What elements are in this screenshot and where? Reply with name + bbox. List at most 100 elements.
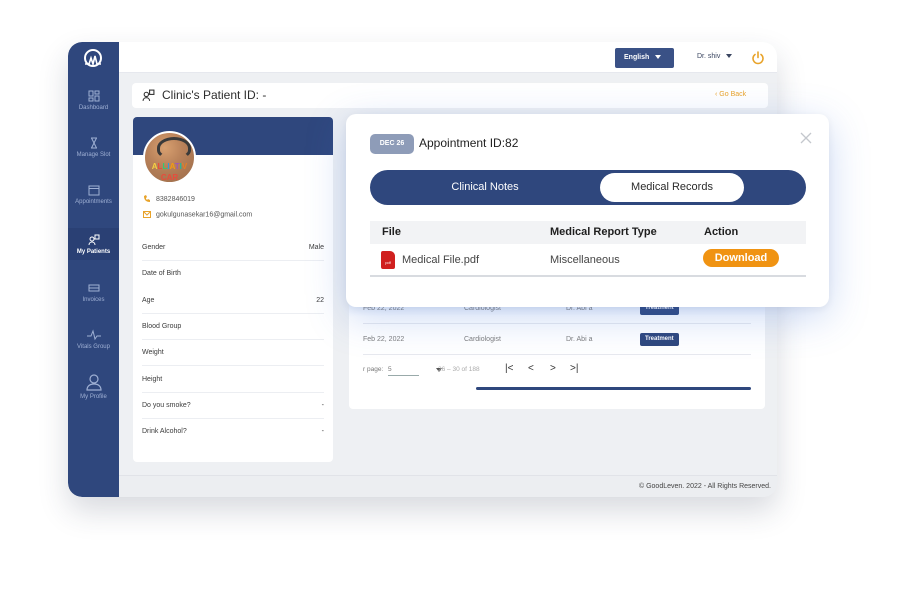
sidebar-item-manage-slot[interactable]: Manage Slot [68,137,119,158]
sidebar-item-appointments[interactable]: Appointments [68,184,119,205]
close-icon[interactable] [800,132,812,144]
avatar-text: ALLIATIV [151,162,188,171]
user-icon [85,374,102,391]
sidebar-item-label: My Profile [80,394,107,400]
sidebar-item-dashboard[interactable]: Dashboard [68,90,119,111]
page-title: Clinic's Patient ID: - [162,88,267,102]
info-label: Drink Alcohol? [142,428,187,436]
pulse-icon [86,329,101,341]
copyright-text: © GoodLeven. 2022 - All Rights Reserved. [638,483,771,490]
info-value: Male [308,244,324,252]
invoice-icon [88,284,99,292]
tab-clinical-notes[interactable]: Clinical Notes [370,173,600,202]
record-date: Feb 22, 2022 [363,336,405,343]
page-range: 26 – 30 of 188 [438,366,480,373]
appointment-modal: DEC 26 Appointment ID:82 Clinical Notes … [346,114,829,307]
tab-medical-records[interactable]: Medical Records [600,173,744,202]
record-specialty: Cardiologist [464,336,501,343]
info-value: - [321,401,324,409]
column-header-action: Action [704,226,739,238]
chevron-down-icon [726,54,733,59]
sidebar-item-vitals-group[interactable]: Vitals Group [68,329,119,350]
mail-icon [143,211,151,218]
info-label: Blood Group [142,323,182,331]
modal-tabs: Clinical Notes Medical Records [370,170,806,205]
per-page-value: 5 [388,366,392,373]
go-back-link[interactable]: ‹ Go Back [715,91,746,98]
user-name: Dr. shiv [697,53,721,60]
scrollbar[interactable] [476,387,751,390]
record-doctor: Dr. Abi a [566,336,593,343]
sidebar-item-label: Dashboard [78,105,109,111]
avatar-text-2: CAR [160,173,179,182]
avatar: ALLIATIV CAR [143,131,196,184]
table-header: File Medical Report Type Action [370,221,806,244]
table-row[interactable]: Feb 22, 2022 Cardiologist Dr. Abi a Trea… [363,324,751,355]
sidebar-item-label: Invoices [82,297,105,303]
modal-title: Appointment ID:82 [419,136,519,150]
sidebar: Dashboard Manage Slot Appointments My Pa… [68,42,119,497]
patients-icon [88,234,99,246]
record-type-badge[interactable]: Treatment [640,333,679,346]
stage: Dashboard Manage Slot Appointments My Pa… [0,0,903,590]
calendar-icon [88,185,99,196]
footer: © GoodLeven. 2022 - All Rights Reserved. [119,475,777,497]
per-page-select[interactable]: 5 [388,364,442,376]
prev-page-button[interactable]: < [528,363,534,374]
language-dropdown[interactable]: English [615,48,674,68]
pdf-file-icon: pdf [381,251,395,269]
hourglass-icon [90,137,97,149]
column-header-report-type: Medical Report Type [550,226,657,238]
info-value: 22 [316,296,324,304]
info-row-blood-group: Blood Group [142,314,324,341]
info-row-age: Age 22 [142,288,324,314]
date-chip: DEC 26 [370,134,414,154]
power-icon[interactable] [751,51,765,65]
chevron-down-icon [655,55,662,60]
go-back-label: Go Back [719,91,747,98]
info-label: Age [142,296,155,304]
phone-row: 8382846019 [143,195,195,203]
download-button[interactable]: Download [703,249,779,267]
first-page-button[interactable]: |< [505,363,513,374]
info-row-alcohol: Drink Alcohol? - [142,419,324,445]
file-name[interactable]: Medical File.pdf [402,254,479,266]
info-label: Do you smoke? [142,401,191,409]
per-page-label: r page: [363,366,384,373]
info-label: Height [142,375,163,383]
patient-header: Clinic's Patient ID: - ‹ Go Back [132,83,768,108]
sidebar-item-my-patients[interactable]: My Patients [68,228,119,260]
top-bar: English Dr. shiv [119,42,777,73]
phone-number: 8382846019 [156,195,195,203]
info-label: Date of Birth [142,270,181,278]
column-header-file: File [382,226,401,238]
sidebar-item-my-profile[interactable]: My Profile [68,374,119,400]
language-label: English [624,54,650,61]
stethoscope-image [157,137,191,159]
sidebar-item-label: Appointments [75,199,112,205]
patients-icon [142,89,155,101]
sidebar-item-invoices[interactable]: Invoices [68,282,119,303]
paginator: r page: 5 26 – 30 of 188 |< < > >| [363,363,751,384]
sidebar-item-label: My Patients [76,249,111,255]
dashboard-icon [88,90,99,102]
patient-info-list: Gender Male Date of Birth Age 22 Blood Gro… [142,235,324,445]
info-label: Weight [142,349,164,357]
medical-records-table: File Medical Report Type Action pdf Medi… [370,221,806,277]
info-label: Gender [142,244,166,252]
profile-card: ALLIATIV CAR 8382846019 gokulgunasekar16… [133,117,333,462]
info-row-smoke: Do you smoke? - [142,393,324,420]
logo-icon [84,49,102,67]
email-row: gokulgunasekar16@gmail.com [143,211,252,218]
email-address: gokulgunasekar16@gmail.com [156,211,253,219]
phone-icon [144,195,150,202]
info-row-dob: Date of Birth [142,261,324,287]
info-row-weight: Weight [142,340,324,367]
sidebar-item-label: Vitals Group [77,344,110,350]
info-value: - [321,428,324,436]
last-page-button[interactable]: >| [570,363,578,374]
user-menu[interactable]: Dr. shiv [697,53,733,60]
next-page-button[interactable]: > [550,363,556,374]
report-type: Miscellaneous [550,254,620,266]
table-row: pdf Medical File.pdf Miscellaneous Downl… [370,244,806,277]
